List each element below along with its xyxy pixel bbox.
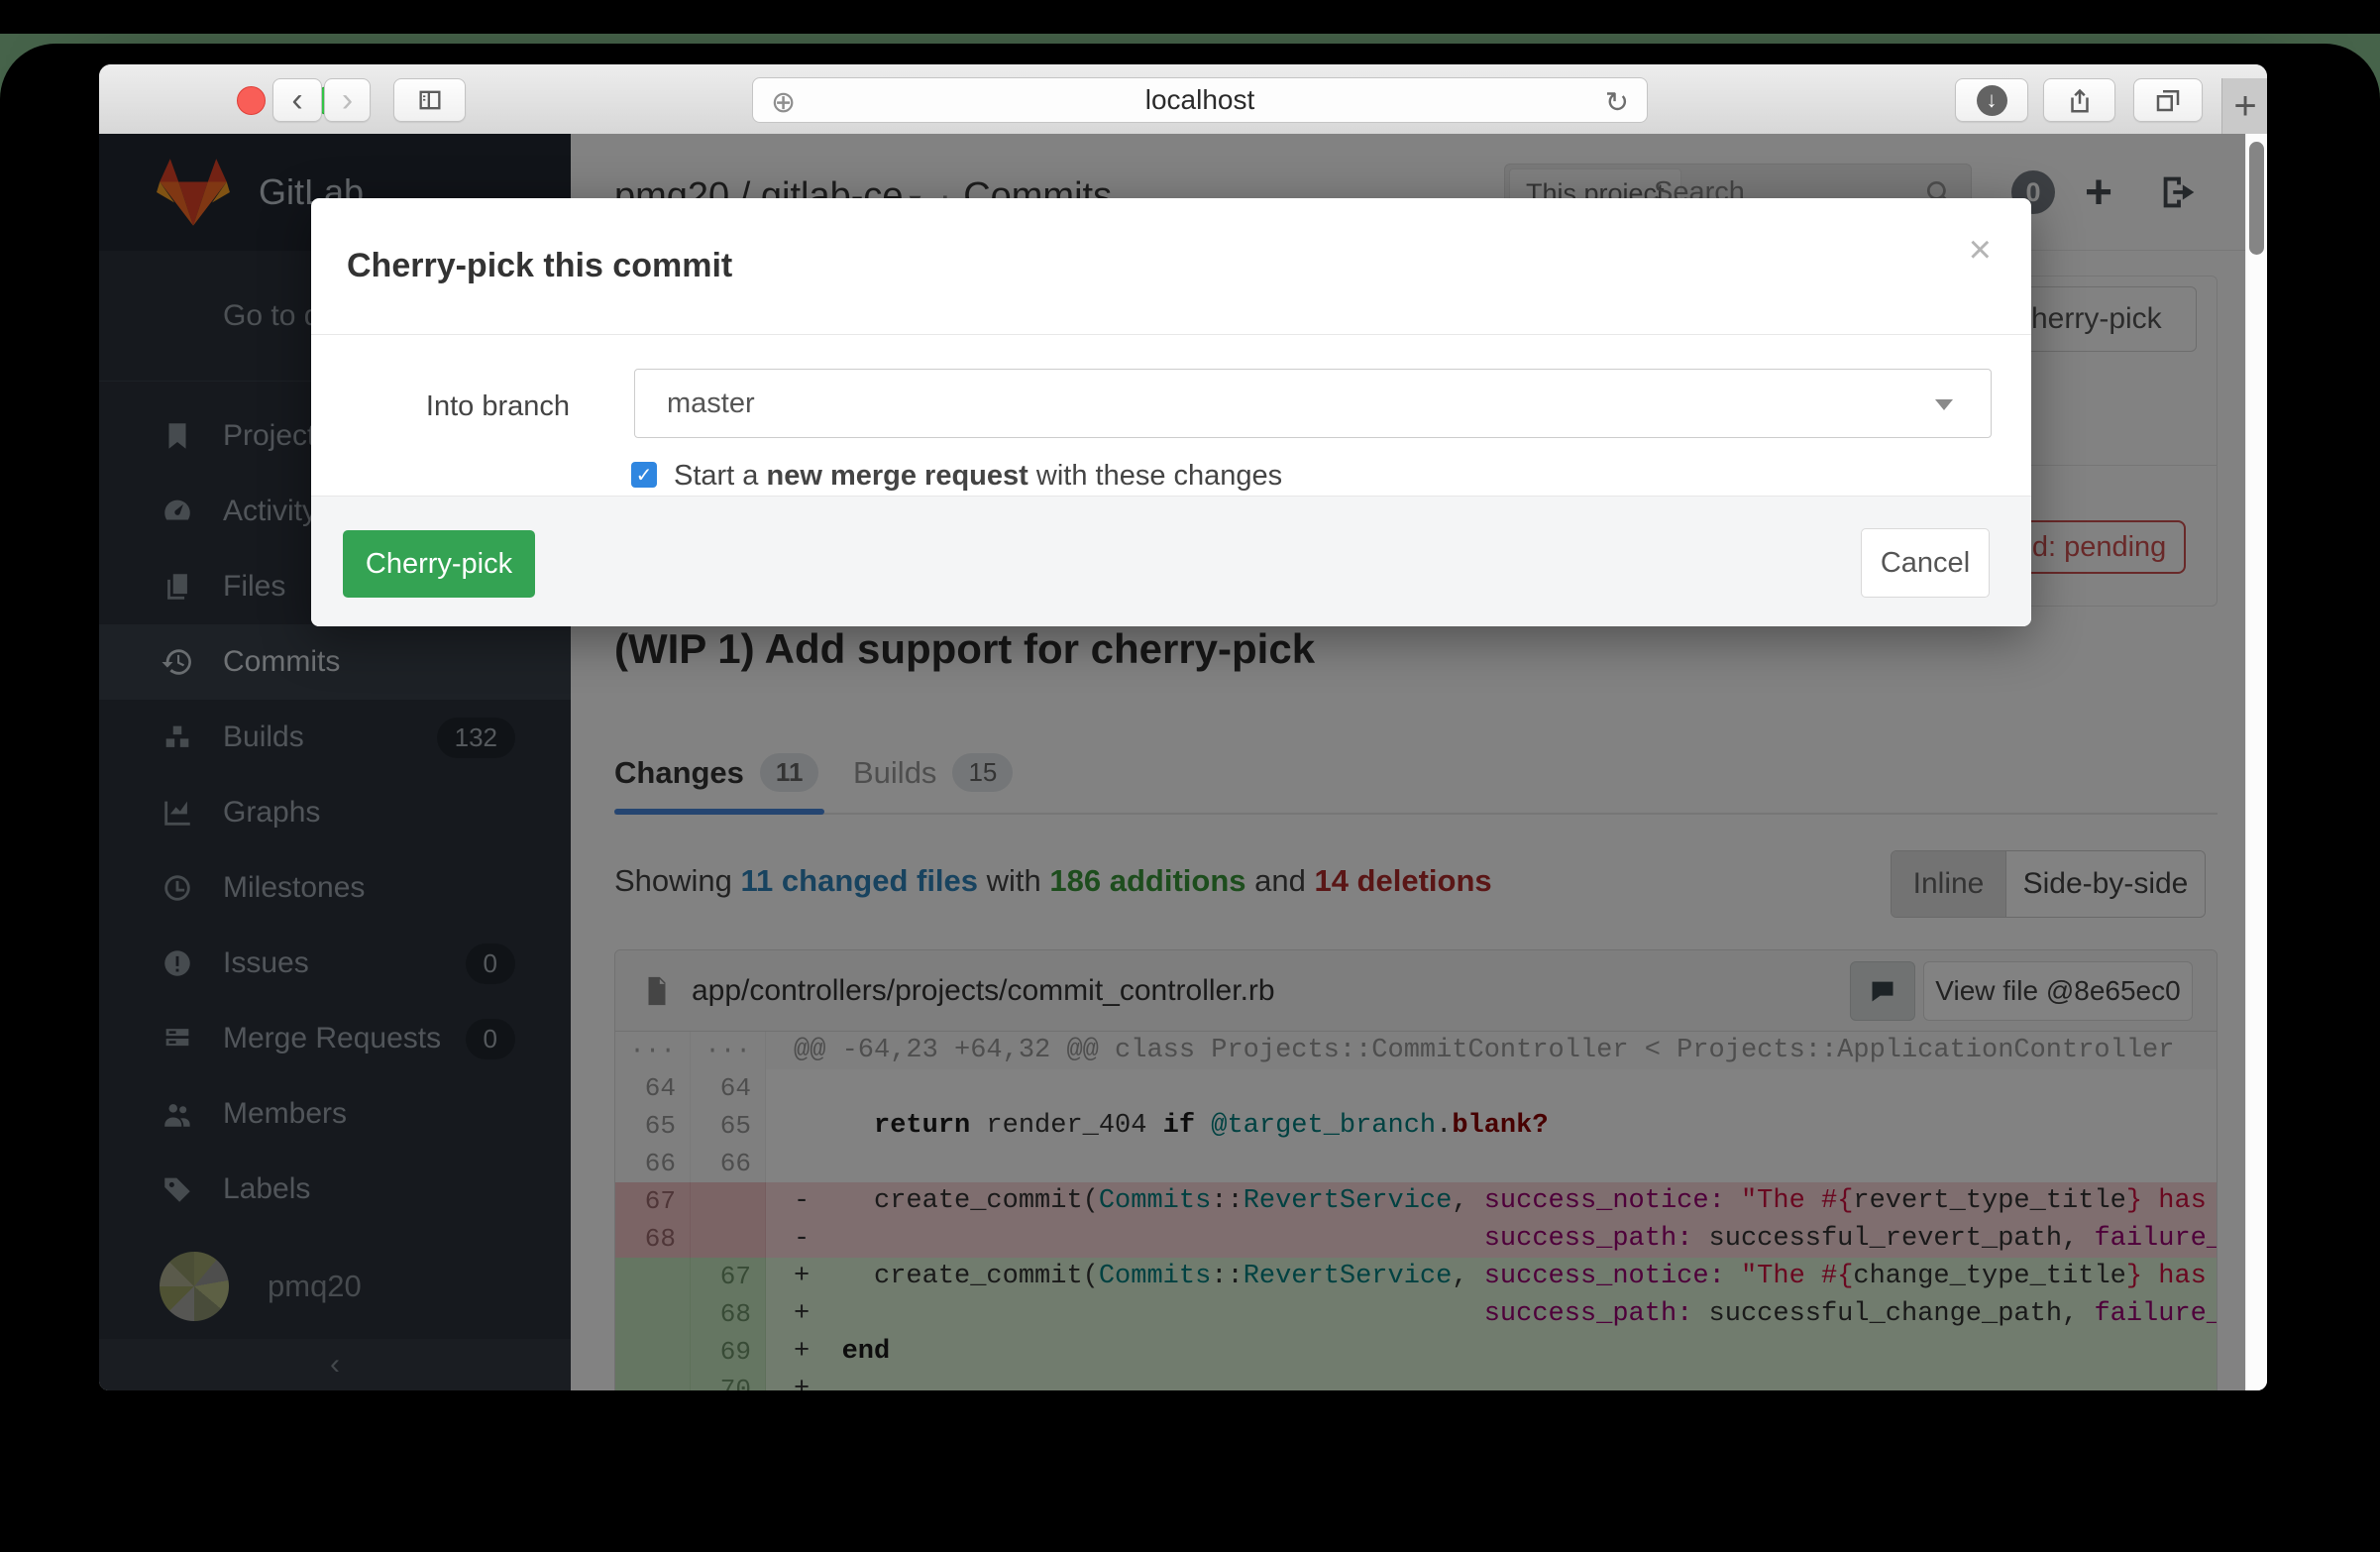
forward-icon: ›	[342, 81, 353, 120]
share-button[interactable]	[2043, 78, 2115, 122]
scrollbar-track[interactable]	[2245, 134, 2267, 1390]
into-branch-label: Into branch	[311, 390, 570, 423]
reload-icon[interactable]: ↻	[1605, 85, 1629, 120]
desktop-top-band	[0, 0, 2380, 34]
show-tabs-button[interactable]	[2133, 78, 2203, 122]
safari-window: ‹ › ⊕ localhost ↻ ↓ +	[99, 64, 2267, 1390]
back-button[interactable]: ‹	[272, 78, 322, 122]
sidebar-toggle-icon	[414, 86, 446, 114]
sidebar-toggle-button[interactable]	[393, 78, 466, 122]
branch-select[interactable]: master	[634, 369, 1992, 438]
modal-body: Into branch master ✓ Start a new merge r…	[311, 335, 2031, 496]
download-icon: ↓	[1977, 85, 2007, 116]
forward-button[interactable]: ›	[324, 78, 371, 122]
address-bar[interactable]: ⊕ localhost ↻	[752, 77, 1648, 123]
back-icon: ‹	[291, 81, 302, 120]
start-merge-request-checkbox[interactable]: ✓	[631, 462, 657, 488]
scrollbar-thumb[interactable]	[2249, 142, 2264, 255]
new-tab-plus-icon: +	[2233, 84, 2256, 129]
downloads-button[interactable]: ↓	[1955, 78, 2028, 122]
browser-toolbar: ‹ › ⊕ localhost ↻ ↓ +	[99, 64, 2267, 135]
modal-footer: Cherry-pick Cancel	[311, 496, 2031, 626]
cherry-pick-submit-button[interactable]: Cherry-pick	[343, 530, 535, 598]
new-tab-button[interactable]: +	[2221, 78, 2267, 134]
branch-select-value: master	[667, 388, 755, 420]
tabs-icon	[2152, 85, 2184, 115]
close-icon[interactable]: ×	[1969, 228, 1992, 273]
reader-icon[interactable]: ⊕	[771, 85, 796, 120]
cancel-button[interactable]: Cancel	[1861, 528, 1990, 598]
cherry-pick-modal: Cherry-pick this commit × Into branch ma…	[311, 198, 2031, 626]
share-icon	[2065, 84, 2095, 116]
select-caret-icon	[1935, 399, 1953, 410]
start-merge-request-label[interactable]: Start a new merge request with these cha…	[674, 460, 1282, 493]
modal-title: Cherry-pick this commit	[347, 247, 732, 285]
close-window-button[interactable]	[237, 86, 266, 115]
url-text: localhost	[1145, 84, 1255, 116]
checkmark-icon: ✓	[636, 463, 653, 488]
modal-header: Cherry-pick this commit ×	[311, 198, 2031, 335]
